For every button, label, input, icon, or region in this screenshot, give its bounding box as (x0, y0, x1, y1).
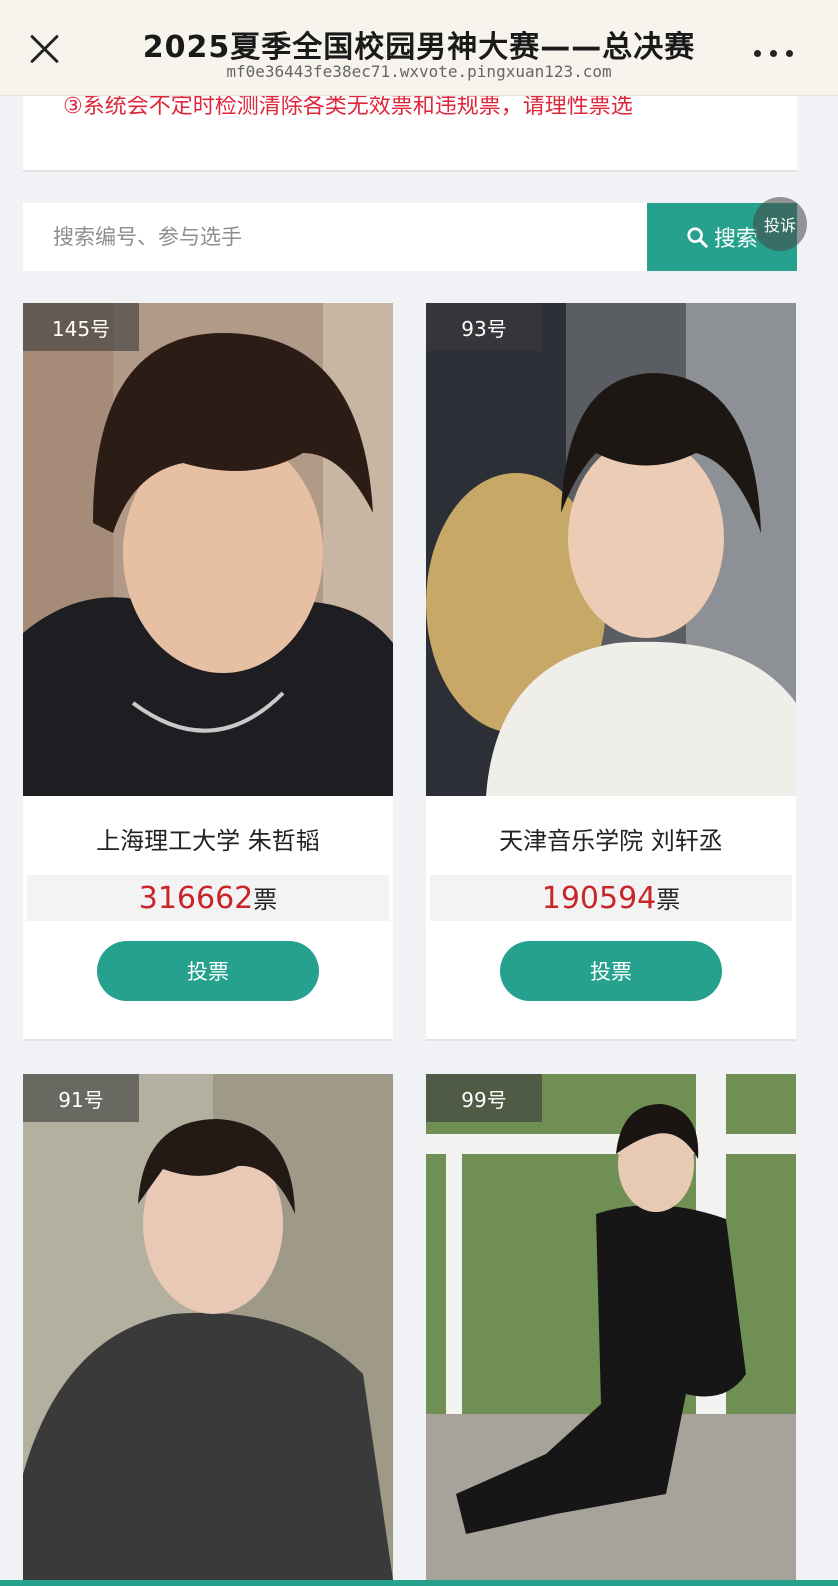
vote-button[interactable]: 投票 (97, 941, 319, 1001)
contestant-card: 145号 上海理工大学 朱哲韬 316662票 投票 (23, 303, 393, 1041)
contestant-name: 天津音乐学院 刘轩丞 (499, 827, 723, 855)
vote-count-number: 316662 (138, 881, 254, 916)
report-button[interactable]: 投诉 (753, 197, 807, 251)
vote-count-unit: 票 (656, 886, 681, 914)
contestant-card: 99号 (426, 1074, 796, 1580)
search-icon (687, 227, 708, 248)
search-input[interactable] (23, 203, 647, 271)
vote-button[interactable]: 投票 (500, 941, 722, 1001)
contestant-name: 上海理工大学 朱哲韬 (96, 827, 320, 855)
contestant-card: 93号 天津音乐学院 刘轩丞 190594票 投票 (426, 303, 796, 1041)
search-button-label: 搜索 (713, 227, 758, 252)
contestant-number: 145号 (23, 303, 139, 351)
contestant-number: 99号 (426, 1074, 542, 1122)
bottom-accent-bar (0, 1580, 838, 1586)
contestant-number: 91号 (23, 1074, 139, 1122)
contestant-photo[interactable]: 99号 (426, 1074, 796, 1580)
page-url: mf0e36443fe38ec71.wxvote.pingxuan123.com (226, 62, 612, 81)
vote-count: 316662票 (27, 875, 389, 921)
contestant-photo[interactable]: 93号 (426, 303, 796, 796)
vote-count-unit: 票 (253, 886, 278, 914)
contestant-photo[interactable]: 91号 (23, 1074, 393, 1580)
page-title: 2025夏季全国校园男神大赛——总决赛 (142, 30, 696, 65)
vote-count-number: 190594 (541, 881, 657, 916)
top-bar: 2025夏季全国校园男神大赛——总决赛 mf0e36443fe38ec71.wx… (0, 0, 838, 96)
more-dots-icon[interactable] (754, 50, 794, 58)
close-icon[interactable] (28, 32, 62, 66)
notice-card: ③系统会不定时检测清除各类无效票和违规票，请理性票选 (23, 94, 797, 172)
vote-count: 190594票 (430, 875, 792, 921)
contestant-photo[interactable]: 145号 (23, 303, 393, 796)
contestant-card: 91号 (23, 1074, 393, 1580)
contestant-number: 93号 (426, 303, 542, 351)
